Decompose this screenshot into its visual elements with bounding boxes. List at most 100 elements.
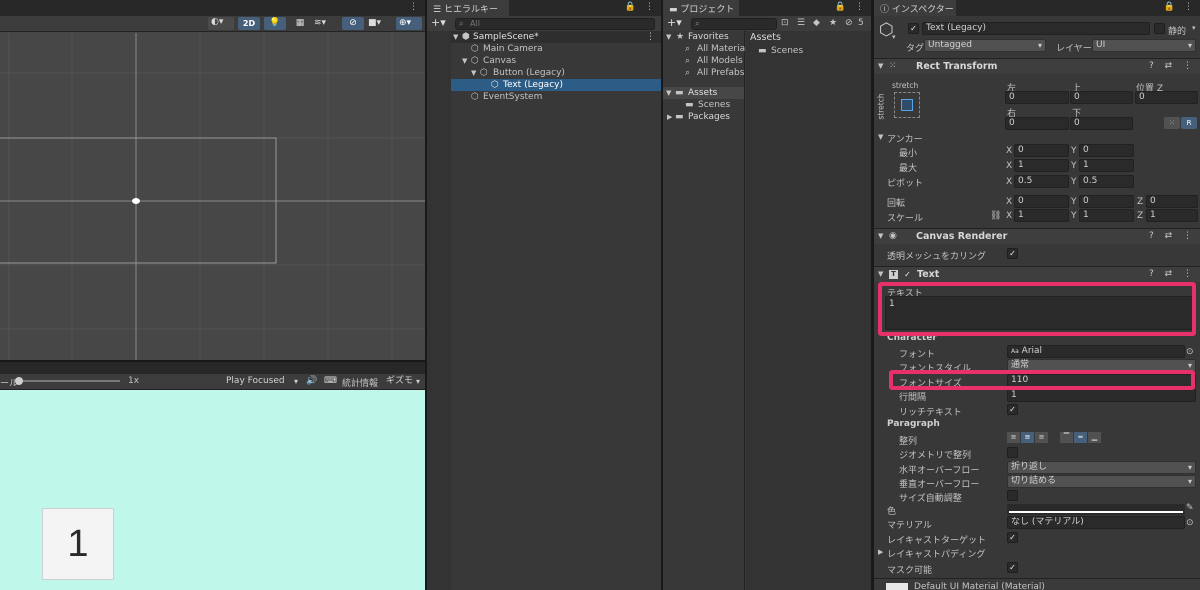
tree-row-scene[interactable]: ▼ ⬢ SampleScene* ⋮ [427, 31, 661, 43]
rotation-z-field[interactable]: 0 [1146, 195, 1198, 208]
search-by-type-icon[interactable]: ⊡ [781, 18, 789, 28]
tree-row-eventsystem[interactable]: ⬡ EventSystem [427, 91, 661, 103]
collapse-arrow-icon[interactable]: ▼ [878, 270, 883, 278]
hierarchy-tab[interactable]: ☰ ヒエラルキー [427, 0, 509, 16]
raycast-padding-label[interactable]: レイキャストパディング [887, 547, 985, 560]
align-middle-button[interactable]: ═ [1074, 432, 1087, 443]
toggle-2d-button[interactable]: 2D [238, 17, 260, 30]
scene-menu-icon[interactable]: ⋮ [409, 2, 421, 12]
anchor-min-y-field[interactable]: 0 [1079, 144, 1134, 157]
pivot-y-field[interactable]: 0.5 [1079, 175, 1134, 188]
favorite-star-icon[interactable]: ★ [829, 18, 837, 28]
pivot-x-field[interactable]: 0.5 [1014, 175, 1069, 188]
tree-row-canvas[interactable]: ▼ ⬡ Canvas [427, 55, 661, 67]
align-bottom-button[interactable]: ▁ [1088, 432, 1101, 443]
effects-toggle-icon[interactable]: ≋▾ [314, 17, 338, 30]
create-add-button[interactable]: +▾ [431, 16, 446, 29]
line-spacing-field[interactable]: 1 [1007, 389, 1196, 402]
anchors-label[interactable]: アンカー [887, 132, 923, 145]
hierarchy-search-input[interactable]: ⌕ All [455, 18, 655, 30]
search-by-label-icon[interactable]: ☰ [797, 18, 805, 28]
scale-slider[interactable] [16, 380, 120, 382]
tree-row-button-legacy[interactable]: ▼ ⬡ Button (Legacy) [427, 67, 661, 79]
expand-arrow-icon[interactable]: ▼ [878, 133, 883, 141]
component-help-settings-menu-icon[interactable]: ? ⇄ ⋮ [1149, 269, 1196, 279]
scale-x-field[interactable]: 1 [1014, 209, 1069, 222]
right-field[interactable]: 0 [1005, 117, 1069, 130]
expand-arrow-icon[interactable]: ▶ [878, 548, 883, 556]
expand-arrow-icon[interactable]: ▼ [471, 67, 476, 79]
left-field[interactable]: 0 [1005, 91, 1069, 104]
collapse-arrow-icon[interactable]: ▶ [667, 111, 672, 123]
object-name-field[interactable]: Text (Legacy) [922, 22, 1150, 35]
rich-text-checkbox[interactable]: ✓ [1007, 404, 1018, 415]
shading-mode-icon[interactable]: ◐▾ [208, 17, 234, 30]
component-help-settings-menu-icon[interactable]: ? ⇄ ⋮ [1149, 231, 1196, 241]
collapse-arrow-icon[interactable]: ▼ [878, 62, 883, 70]
align-by-geometry-checkbox[interactable] [1007, 447, 1018, 458]
scenes-folder-row[interactable]: ▬ Scenes [663, 99, 744, 111]
align-top-button[interactable]: ▔ [1060, 432, 1073, 443]
expand-arrow-icon[interactable]: ▼ [666, 31, 671, 43]
create-add-button[interactable]: +▾ [667, 16, 682, 29]
icon-dropdown-arrow-icon[interactable]: ▾ [892, 33, 896, 41]
favorite-item[interactable]: ⌕ All Models [663, 55, 744, 67]
best-fit-checkbox[interactable] [1007, 490, 1018, 501]
scene-view[interactable]: ⋮ ◐▾ 2D 💡 ▦ ≋▾ ⊘ ■▾ ⊕▾ [0, 0, 425, 360]
cull-transparent-mesh-checkbox[interactable]: ✓ [1007, 248, 1018, 259]
bottom-field[interactable]: 0 [1070, 117, 1133, 130]
constrain-proportions-icon[interactable]: ⛓ [990, 211, 1001, 221]
align-right-button[interactable]: ≡ [1035, 432, 1048, 443]
anchor-max-x-field[interactable]: 1 [1014, 159, 1069, 172]
keyboard-icon[interactable]: ⌨ [324, 376, 337, 386]
hidden-packages-icon[interactable]: ⊘ [845, 18, 853, 28]
object-picker-icon[interactable]: ⊙ [1186, 518, 1194, 528]
scene-menu-icon[interactable]: ⋮ [646, 31, 655, 43]
posz-field[interactable]: 0 [1135, 91, 1198, 104]
tree-row-main-camera[interactable]: ⬡ Main Camera [427, 43, 661, 55]
game-view[interactable]: ール 1x Play Focused 🔊 ⌨ 統計情報 ギズモ 1 [0, 362, 425, 590]
maskable-checkbox[interactable]: ✓ [1007, 562, 1018, 573]
component-help-settings-menu-icon[interactable]: ? ⇄ ⋮ [1149, 61, 1196, 71]
content-folder-label[interactable]: Scenes [771, 46, 803, 56]
anchor-preset-button[interactable] [894, 92, 920, 118]
tag-icon[interactable]: ◆ [813, 18, 820, 28]
assets-row[interactable]: ▼ ▬ Assets [663, 87, 744, 99]
eyedropper-icon[interactable]: ✎ [1186, 503, 1194, 513]
favorites-row[interactable]: ▼ ★ Favorites [663, 31, 744, 43]
expand-arrow-icon[interactable]: ▼ [462, 55, 467, 67]
font-object-field[interactable]: Aa Arial [1007, 345, 1185, 358]
align-left-button[interactable]: ≡ [1007, 432, 1020, 443]
play-focused-dropdown[interactable]: Play Focused [222, 375, 302, 388]
scale-z-field[interactable]: 1 [1146, 209, 1198, 222]
lighting-toggle-icon[interactable]: 💡 [264, 17, 286, 30]
scale-slider-handle[interactable] [15, 377, 23, 385]
text-component-header[interactable]: ▼ T ✓ Text ? ⇄ ⋮ [874, 266, 1200, 282]
mute-audio-icon[interactable]: 🔊 [306, 376, 317, 386]
anchor-max-y-field[interactable]: 1 [1079, 159, 1134, 172]
canvas-renderer-header[interactable]: ▼ ◉ Canvas Renderer ? ⇄ ⋮ [874, 228, 1200, 244]
static-checkbox[interactable] [1154, 23, 1165, 34]
anchor-min-x-field[interactable]: 0 [1014, 144, 1069, 157]
tag-dropdown[interactable]: Untagged [924, 39, 1046, 52]
game-button[interactable]: 1 [42, 508, 114, 580]
camera-settings-icon[interactable]: ■▾ [368, 17, 392, 30]
expand-arrow-icon[interactable]: ▼ [666, 87, 671, 99]
rotation-x-field[interactable]: 0 [1014, 195, 1069, 208]
rect-transform-header[interactable]: ▼ ⁙ Rect Transform ? ⇄ ⋮ [874, 58, 1200, 74]
material-preview-footer[interactable]: Default UI Material (Material) [874, 578, 1200, 590]
hierarchy-tab-menu-icon[interactable]: 🔒 ⋮ [625, 2, 657, 12]
raw-edit-button[interactable]: R [1181, 117, 1197, 129]
project-search-input[interactable]: ⌕ [691, 18, 777, 30]
layer-dropdown[interactable]: UI [1092, 39, 1196, 52]
collapse-arrow-icon[interactable]: ▼ [878, 232, 883, 240]
static-dropdown-arrow-icon[interactable]: ▾ [1192, 24, 1196, 32]
raycast-target-checkbox[interactable]: ✓ [1007, 532, 1018, 543]
align-center-button[interactable]: ≡ [1021, 432, 1034, 443]
rotation-y-field[interactable]: 0 [1079, 195, 1134, 208]
packages-row[interactable]: ▶ ▬ Packages [663, 111, 744, 123]
project-breadcrumb[interactable]: Assets [750, 32, 781, 43]
favorite-item[interactable]: ⌕ All Material [663, 43, 748, 55]
audio-toggle-icon[interactable]: ▦ [290, 17, 310, 30]
gizmos-dropdown[interactable]: ギズモ [382, 375, 424, 388]
